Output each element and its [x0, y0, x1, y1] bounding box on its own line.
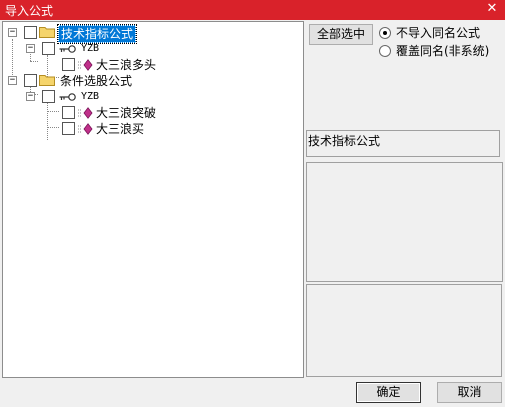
tree-node-label[interactable]: 大三浪多头	[96, 57, 156, 73]
radio-skip-label: 不导入同名公式	[396, 26, 481, 40]
key-icon	[59, 93, 76, 101]
tree-node-label[interactable]: 大三浪买	[96, 121, 144, 137]
tree-node-label[interactable]: 大三浪突破	[96, 105, 156, 121]
tree-node-group: − YZB	[3, 41, 303, 57]
title-bar: 导入公式 ✕	[0, 0, 505, 20]
tree-node-group: − YZB	[3, 89, 303, 105]
tree-node-formula: 大三浪买	[3, 121, 303, 137]
tree-node-label: YZB	[81, 91, 100, 102]
tree-node-technical: − 技术指标公式	[3, 24, 303, 44]
ok-button[interactable]: 确定	[356, 382, 421, 403]
formula-icon	[78, 123, 93, 135]
folder-icon	[39, 75, 55, 86]
tree-node-formula: 大三浪多头	[3, 57, 303, 73]
folder-icon	[39, 27, 55, 38]
select-all-button[interactable]: 全部选中	[309, 24, 373, 45]
key-icon	[59, 45, 76, 53]
collapse-toggle[interactable]: −	[26, 44, 35, 53]
checkbox[interactable]	[62, 58, 75, 71]
formula-icon	[78, 59, 93, 71]
cancel-button[interactable]: 取消	[437, 382, 502, 403]
formula-description-box	[306, 162, 503, 282]
radio-skip-duplicates[interactable]	[379, 27, 391, 39]
checkbox[interactable]	[42, 90, 55, 103]
collapse-toggle[interactable]: −	[8, 28, 17, 37]
checkbox[interactable]	[24, 74, 37, 87]
checkbox[interactable]	[62, 106, 75, 119]
checkbox[interactable]	[42, 42, 55, 55]
formula-tree[interactable]: − 技术指标公式 − YZB 大三浪多头 − 条件选股公式 − YZB 大三浪突…	[2, 21, 304, 378]
formula-type-box: 技术指标公式	[306, 130, 500, 157]
window-title: 导入公式	[5, 4, 54, 18]
tree-node-formula: 大三浪突破	[3, 105, 303, 121]
tree-node-stock-picking: − 条件选股公式	[3, 73, 303, 89]
tree-node-label: YZB	[81, 43, 100, 54]
close-icon[interactable]: ✕	[485, 1, 499, 17]
radio-overwrite-label: 覆盖同名(非系统)	[396, 44, 490, 58]
radio-overwrite-duplicates[interactable]	[379, 45, 391, 57]
formula-detail-box	[306, 284, 502, 377]
checkbox[interactable]	[24, 26, 37, 39]
formula-type-label: 技术指标公式	[308, 134, 381, 148]
collapse-toggle[interactable]: −	[8, 76, 17, 85]
checkbox[interactable]	[62, 122, 75, 135]
collapse-toggle[interactable]: −	[26, 92, 35, 101]
tree-node-label[interactable]: 条件选股公式	[60, 73, 132, 89]
formula-icon	[78, 107, 93, 119]
